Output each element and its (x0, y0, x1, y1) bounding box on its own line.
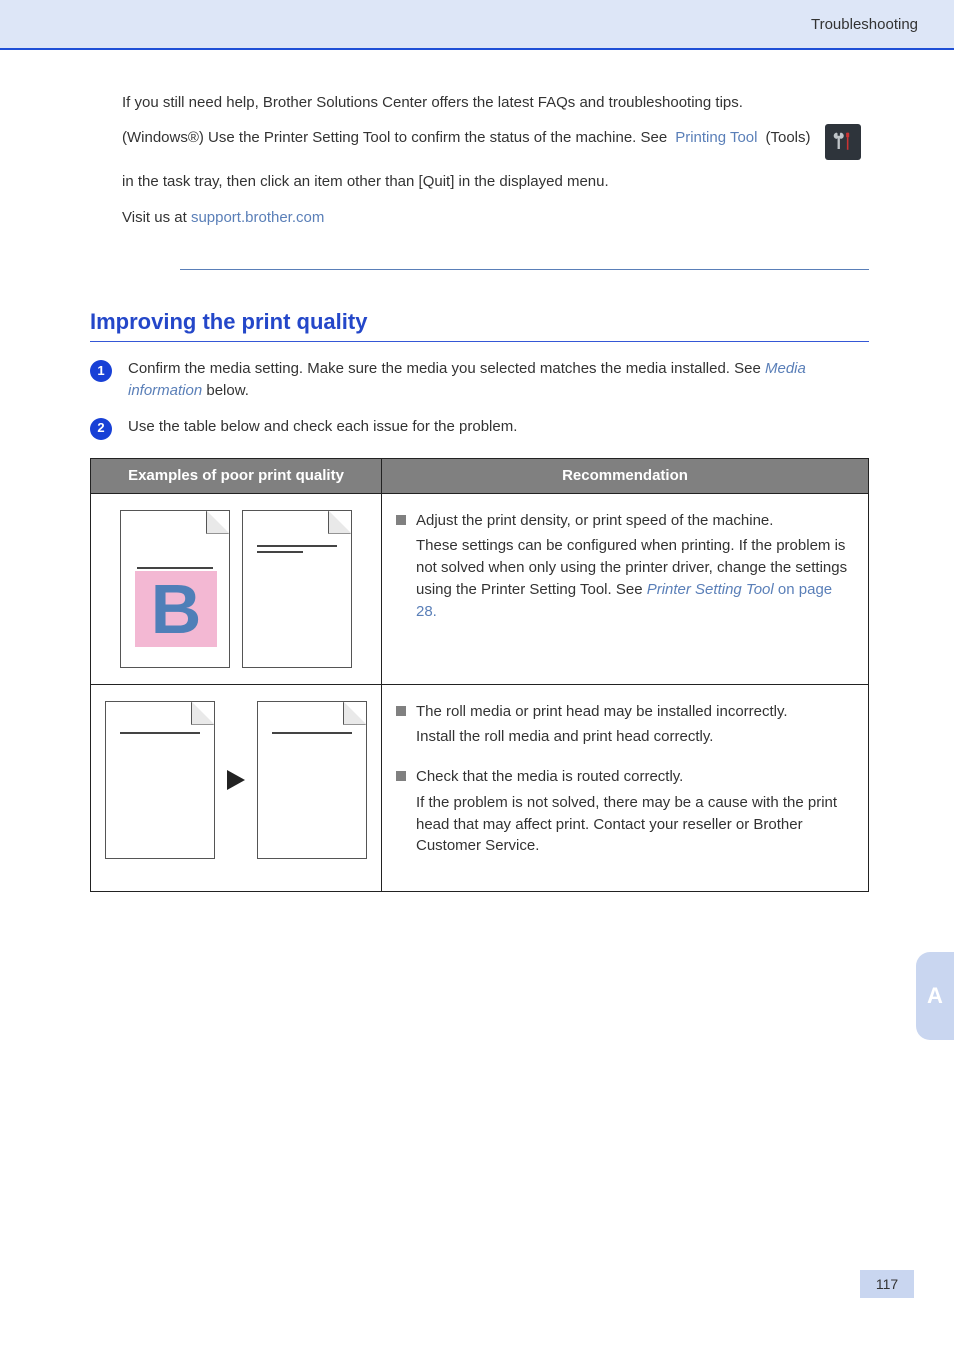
step-1: 1 Confirm the media setting. Make sure t… (90, 358, 869, 402)
square-bullet-icon (396, 706, 406, 716)
visit-label: Visit us at (122, 209, 187, 226)
section-divider (180, 269, 869, 270)
sample-doc-left (105, 701, 215, 859)
row2-item2-lead: Check that the media is routed correctly… (416, 766, 854, 788)
subsection-heading: Improving the print quality (90, 306, 869, 338)
row2-item1-lead: The roll media or print head may be inst… (416, 701, 854, 723)
row2-item1-body: Install the roll media and print head co… (416, 726, 854, 748)
heading-underline (90, 341, 869, 342)
row2-recommendation-cell: The roll media or print head may be inst… (382, 684, 869, 892)
intro-after-icon-text: in the task tray, then click an item oth… (122, 168, 609, 195)
tools-icon (825, 124, 861, 160)
step-2: 2 Use the table below and check each iss… (90, 416, 869, 440)
list-item: Check that the media is routed correctly… (396, 766, 854, 861)
printer-tool-paragraph: (Windows®) Use the Printer Setting Tool … (122, 124, 869, 195)
row1-recommendation-cell: Adjust the print density, or print speed… (382, 493, 869, 684)
step1-text-before: Confirm the media setting. Make sure the… (128, 360, 761, 377)
visit-line: Visit us at support.brother.com (122, 207, 869, 229)
th-recommendation: Recommendation (382, 458, 869, 493)
section-tab[interactable]: A (916, 952, 954, 1040)
step1-text-after: below. (206, 382, 249, 399)
row1-item1-xref[interactable]: Printer Setting Tool (647, 581, 774, 598)
step-number-2: 2 (90, 418, 112, 440)
th-examples: Examples of poor print quality (91, 458, 382, 493)
header-breadcrumb: Troubleshooting (811, 14, 918, 36)
row1-item1-lead: Adjust the print density, or print speed… (416, 510, 854, 532)
quality-table: Examples of poor print quality Recommend… (90, 458, 869, 892)
row2-item2-body: If the problem is not solved, there may … (416, 792, 854, 857)
arrow-right-icon (227, 770, 245, 790)
sample-doc-text (242, 510, 352, 668)
list-item: The roll media or print head may be inst… (396, 701, 854, 753)
page-content: If you still need help, Brother Solution… (0, 50, 954, 892)
sample-letter: B (135, 571, 217, 647)
step-number-1: 1 (90, 360, 112, 382)
intro-help-note: If you still need help, Brother Solution… (122, 92, 869, 114)
table-row: The roll media or print head may be inst… (91, 684, 869, 892)
tool-label: (Tools) (765, 124, 810, 151)
step2-text: Use the table below and check each issue… (128, 416, 869, 438)
page-number: 117 (860, 1270, 914, 1298)
list-item: Adjust the print density, or print speed… (396, 510, 854, 627)
square-bullet-icon (396, 771, 406, 781)
support-url-link[interactable]: support.brother.com (191, 209, 324, 226)
intro-before-icon-text: (Windows®) Use the Printer Setting Tool … (122, 124, 667, 151)
sample-doc-pink-block: B (120, 510, 230, 668)
row2-example-cell (91, 684, 382, 892)
table-row: B Adjust the prin (91, 493, 869, 684)
sample-doc-right (257, 701, 367, 859)
row1-example-cell: B (91, 493, 382, 684)
square-bullet-icon (396, 515, 406, 525)
printing-tool-link[interactable]: Printing Tool (675, 124, 757, 151)
